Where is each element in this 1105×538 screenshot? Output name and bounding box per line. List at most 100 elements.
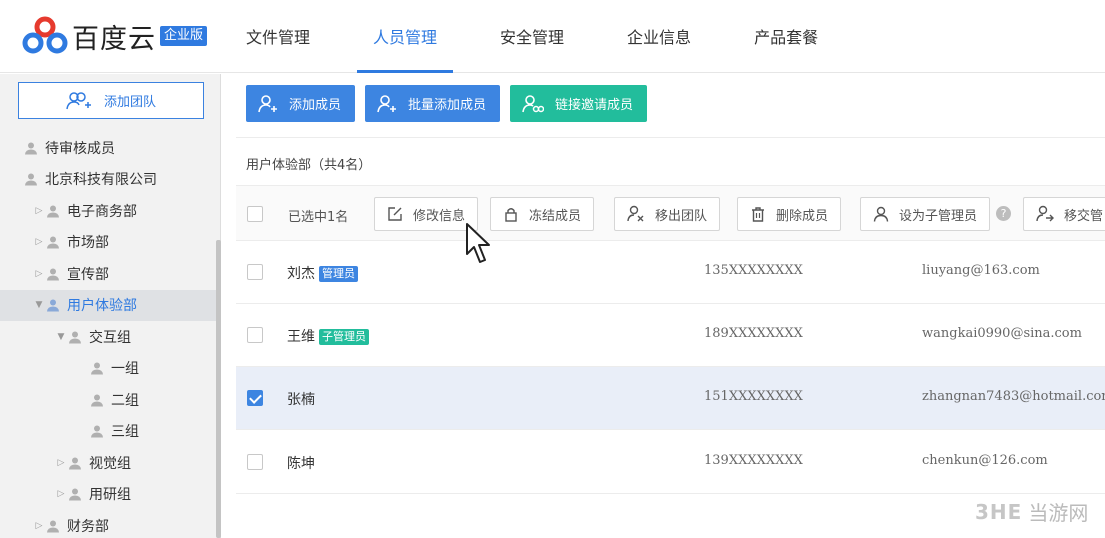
divider	[236, 137, 1105, 138]
tree-item-label: 市场部	[67, 235, 109, 252]
add-team-icon	[66, 91, 91, 109]
tree-item[interactable]: 二组	[0, 384, 216, 416]
batch-add-label: 批量添加成员	[408, 98, 487, 113]
nav-file-management[interactable]: 文件管理	[230, 0, 326, 73]
invite-link-button[interactable]: 链接邀请成员	[510, 85, 648, 122]
enterprise-badge: 企业版	[160, 26, 208, 46]
member-toolbar: 添加成员 批量添加成员 链接邀请成员	[246, 85, 657, 122]
invite-link-label: 链接邀请成员	[555, 98, 634, 113]
tree-item[interactable]: 北京科技有限公司	[0, 164, 216, 196]
person-icon	[69, 457, 81, 470]
select-all-checkbox[interactable]	[247, 206, 263, 222]
freeze-member-button[interactable]: 冻结成员	[490, 197, 595, 231]
member-row[interactable]: 刘杰 管理员 135XXXXXXXX liuyang@163.com	[236, 241, 1105, 304]
member-phone: 139XXXXXXXX	[704, 453, 803, 468]
member-name: 陈坤	[287, 456, 315, 472]
tree-item-label: 待审核成员	[45, 140, 115, 157]
row-checkbox-checked[interactable]	[247, 390, 263, 406]
department-tree: 待审核成员北京科技有限公司 ▷ 电子商务部 ▷ 市场部 ▷ 宣传部 ▼ 用户体验部 ▼ 交互组一组二…	[0, 132, 216, 538]
tree-item[interactable]: ▼ 用户体验部	[0, 289, 216, 321]
tree-item-label: 二组	[111, 392, 139, 409]
member-row[interactable]: 陈坤 139XXXXXXXX chenkun@126.com	[236, 431, 1105, 494]
tree-item[interactable]: ▷ 宣传部	[0, 258, 216, 290]
add-member-button[interactable]: 添加成员	[246, 85, 356, 122]
tree-item-label: 北京科技有限公司	[45, 172, 157, 189]
selected-count: 已选中1名	[288, 210, 349, 225]
nav-enterprise-info[interactable]: 企业信息	[611, 0, 707, 73]
tree-item[interactable]: ▼ 交互组	[0, 321, 216, 353]
row-checkbox[interactable]	[247, 327, 263, 343]
caret-right-icon[interactable]: ▷	[34, 237, 44, 247]
tree-item-label: 三组	[111, 424, 139, 441]
add-team-label: 添加团队	[103, 95, 156, 110]
tree-item[interactable]: ▷ 用研组	[0, 479, 216, 511]
baidu-cloud-logo[interactable]: 百度云 企业版	[20, 15, 208, 57]
tree-item-label: 用户体验部	[67, 298, 137, 315]
tree-item[interactable]: ▷ 视觉组	[0, 447, 216, 479]
department-title: 用户体验部（共4名）	[246, 158, 372, 173]
tree-item-label: 财务部	[67, 518, 109, 535]
add-team-button[interactable]: 添加团队	[18, 82, 204, 119]
help-icon[interactable]: ?	[996, 206, 1011, 221]
member-email: wangkai0990@sina.com	[922, 326, 1082, 341]
tree-item[interactable]: 一组	[0, 353, 216, 385]
top-header: 百度云 企业版 文件管理 人员管理 安全管理 企业信息 产品套餐	[0, 0, 1105, 73]
person-icon	[47, 205, 59, 218]
tree-item-label: 电子商务部	[67, 203, 137, 220]
member-name-cell: 王维 子管理员	[287, 326, 369, 346]
edit-info-button[interactable]: 修改信息	[374, 197, 479, 231]
admin-user-icon	[873, 206, 889, 222]
caret-down-icon[interactable]: ▼	[56, 332, 66, 342]
batch-add-member-button[interactable]: 批量添加成员	[365, 85, 501, 122]
set-subadmin-label: 设为子管理员	[899, 208, 978, 224]
person-icon	[47, 236, 59, 249]
caret-right-icon[interactable]: ▷	[56, 458, 66, 468]
edit-info-label: 修改信息	[413, 208, 466, 224]
remove-user-icon	[627, 205, 644, 222]
member-email: zhangnan7483@hotmail.com	[922, 389, 1105, 404]
caret-right-icon[interactable]: ▷	[34, 206, 44, 216]
person-icon	[47, 299, 59, 312]
caret-down-icon[interactable]: ▼	[34, 300, 44, 310]
tree-item-label: 一组	[111, 361, 139, 378]
tree-item[interactable]: ▷ 市场部	[0, 227, 216, 259]
nav-people-management[interactable]: 人员管理	[357, 0, 454, 73]
member-name: 王维	[287, 329, 315, 345]
caret-right-icon[interactable]: ▷	[56, 489, 66, 499]
tree-item-label: 交互组	[89, 329, 131, 346]
member-name-cell: 刘杰 管理员	[287, 263, 358, 283]
trash-icon	[752, 207, 764, 222]
tree-item[interactable]: ▷ 财务部	[0, 510, 216, 538]
person-icon	[69, 488, 81, 501]
nav-security-management[interactable]: 安全管理	[484, 0, 580, 73]
sidebar: 添加团队 待审核成员北京科技有限公司 ▷ 电子商务部 ▷ 市场部 ▷ 宣传部 ▼ 用户体验部 ▼ 交…	[0, 74, 221, 538]
sidebar-scrollbar[interactable]	[216, 240, 221, 538]
transfer-user-icon	[1036, 205, 1054, 222]
person-icon	[25, 142, 37, 155]
delete-member-label: 删除成员	[776, 208, 829, 224]
transfer-label: 移交管	[1064, 208, 1104, 224]
caret-right-icon[interactable]: ▷	[34, 521, 44, 531]
row-checkbox[interactable]	[247, 264, 263, 280]
add-user-icon	[258, 94, 277, 112]
tree-item-label: 宣传部	[67, 266, 109, 283]
watermark-text: 当游网	[1028, 501, 1089, 525]
caret-right-icon[interactable]: ▷	[34, 269, 44, 279]
remove-from-team-button[interactable]: 移出团队	[614, 197, 721, 231]
tree-item[interactable]: 三组	[0, 416, 216, 448]
edit-icon	[388, 207, 402, 221]
member-phone: 151XXXXXXXX	[704, 389, 803, 404]
person-icon	[47, 520, 59, 533]
transfer-admin-button[interactable]: 移交管	[1023, 197, 1105, 231]
tree-item[interactable]: 待审核成员	[0, 132, 216, 164]
member-row-selected[interactable]: 张楠 151XXXXXXXX zhangnan7483@hotmail.com	[236, 367, 1105, 430]
watermark-brand: 3HE	[975, 499, 1023, 524]
nav-product-plans[interactable]: 产品套餐	[738, 0, 834, 73]
member-name: 张楠	[287, 392, 315, 408]
set-subadmin-button[interactable]: 设为子管理员	[860, 197, 991, 231]
person-icon	[25, 173, 37, 186]
tree-item[interactable]: ▷ 电子商务部	[0, 195, 216, 227]
member-row[interactable]: 王维 子管理员 189XXXXXXXX wangkai0990@sina.com	[236, 304, 1105, 367]
delete-member-button[interactable]: 删除成员	[737, 197, 842, 231]
row-checkbox[interactable]	[247, 454, 263, 470]
